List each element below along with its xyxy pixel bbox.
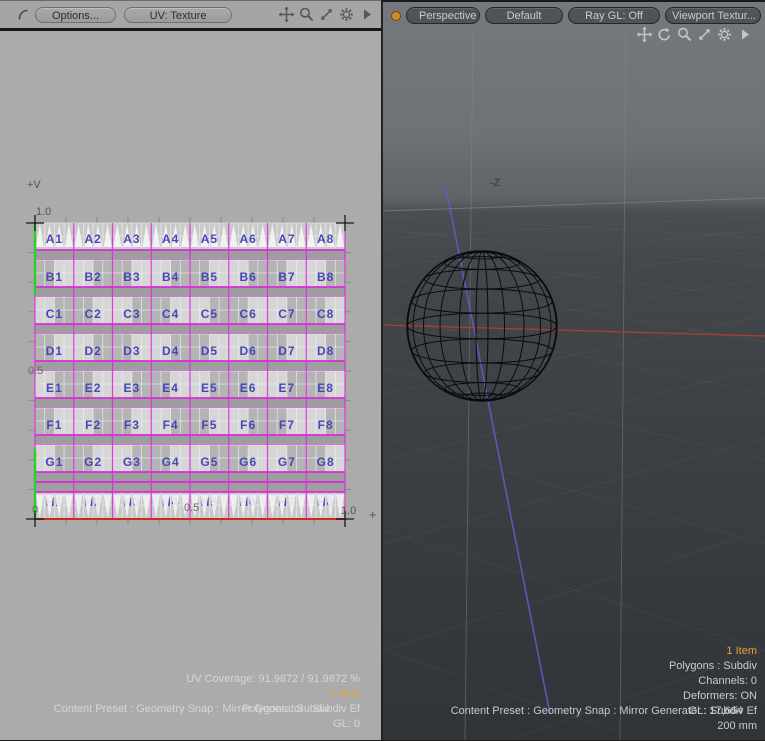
uv-cell-label: B2	[84, 270, 101, 284]
uv-cell-label: F4	[163, 418, 179, 432]
projection-button[interactable]: Perspective	[406, 7, 480, 24]
uv-cell-label: G5	[200, 455, 218, 469]
uv-cell-label: D6	[239, 344, 256, 358]
uv-toolbar: Options... UV: Texture	[0, 1, 381, 31]
uv-cell-label: F7	[279, 418, 295, 432]
uv-cell-label: B4	[162, 270, 179, 284]
uv-toolbar-icons	[278, 6, 375, 23]
uv-cell-label: D7	[278, 344, 295, 358]
uv-cell-label: G7	[278, 455, 296, 469]
uv-cell-label: A7	[278, 232, 295, 246]
viewport-toolbar: Perspective Default Ray GL: Off Viewport…	[383, 5, 765, 26]
uv-cell-label: A8	[317, 232, 334, 246]
uv-cell-label: D1	[46, 344, 63, 358]
settings-icon[interactable]	[338, 6, 355, 23]
uv-cell-label: G2	[84, 455, 102, 469]
uv-cell-label: A4	[162, 232, 179, 246]
uv-cell-label: C1	[46, 307, 63, 321]
settings-icon[interactable]	[716, 26, 733, 43]
uv-cell-label: E1	[46, 381, 63, 395]
uv-cell-label: F1	[46, 418, 62, 432]
uv-cell-label: B6	[239, 270, 256, 284]
zoom-icon[interactable]	[298, 6, 315, 23]
uv-cell-label: A5	[201, 232, 218, 246]
uv-cell-label: E7	[279, 381, 296, 395]
move-icon[interactable]	[636, 26, 653, 43]
uv-cell-label: D5	[201, 344, 218, 358]
uv-texture-button[interactable]: UV: Texture	[124, 7, 232, 23]
uv-cell-label: C8	[317, 307, 334, 321]
uv-editor-canvas[interactable]: A1 A2 A3 A4 A5 A6 A7 A8 B1 B2 B3 B4 B5 B6 B7 B8 C1 C2 C3 C4…	[0, 31, 381, 741]
uv-cell-label: F6	[240, 418, 256, 432]
uv-cell-label: A1	[46, 232, 63, 246]
uv-cell-label: G6	[239, 455, 257, 469]
uv-cell-label: B7	[278, 270, 295, 284]
rotate-icon[interactable]	[656, 26, 673, 43]
uv-cell-label: F5	[201, 418, 217, 432]
uv-cell-label: A2	[84, 232, 101, 246]
uv-cell-label: D3	[123, 344, 140, 358]
viewport-texture-button[interactable]: Viewport Textur...	[665, 7, 761, 24]
uv-cell-label: A3	[123, 232, 140, 246]
expand-icon[interactable]	[696, 26, 713, 43]
viewport-3d-canvas[interactable]	[383, 2, 765, 740]
uv-editor-panel: Options... UV: Texture A1 A2 A3 A4 A5 A6 A7 A8 B…	[0, 0, 381, 740]
ray-gl-button[interactable]: Ray GL: Off	[568, 7, 660, 24]
uv-cell-label: G4	[162, 455, 180, 469]
uv-cell-label: E4	[162, 381, 179, 395]
move-icon[interactable]	[278, 6, 295, 23]
viewport-corner-icon[interactable]	[16, 7, 31, 22]
uv-cell-label: F3	[124, 418, 140, 432]
uv-cell-label: E3	[124, 381, 141, 395]
uv-cell-label: B1	[46, 270, 63, 284]
uv-cell-label: D4	[162, 344, 179, 358]
uv-cell-label: E6	[240, 381, 257, 395]
viewport-active-indicator-icon[interactable]	[391, 11, 401, 21]
uv-cell-label: E8	[317, 381, 334, 395]
uv-cell-label: C4	[162, 307, 179, 321]
perspective-viewport-panel: Perspective Default Ray GL: Off Viewport…	[383, 0, 765, 740]
zoom-icon[interactable]	[676, 26, 693, 43]
uv-cell-label: F2	[85, 418, 101, 432]
uv-cell-label: G1	[45, 455, 63, 469]
uv-cell-label: B8	[317, 270, 334, 284]
shading-default-button[interactable]: Default	[485, 7, 563, 24]
uv-cell-label: G8	[317, 455, 335, 469]
options-button[interactable]: Options...	[35, 7, 116, 23]
uv-cell-label: C2	[84, 307, 101, 321]
uv-cell-label: C6	[239, 307, 256, 321]
viewport-toolbar-icons	[636, 26, 753, 43]
expand-icon[interactable]	[318, 6, 335, 23]
uv-cell-label: D8	[317, 344, 334, 358]
uv-cell-label: C5	[201, 307, 218, 321]
uv-cell-label: F8	[318, 418, 334, 432]
uv-cell-label: D2	[84, 344, 101, 358]
more-icon[interactable]	[358, 6, 375, 23]
uv-cell-label: B5	[201, 270, 218, 284]
uv-cell-label: B3	[123, 270, 140, 284]
uv-cell-label: C3	[123, 307, 140, 321]
uv-cell-label: C7	[278, 307, 295, 321]
modo-workspace: Options... UV: Texture A1 A2 A3 A4 A5 A6 A7 A8 B…	[0, 0, 765, 740]
more-icon[interactable]	[736, 26, 753, 43]
uv-cell-label: A6	[239, 232, 256, 246]
uv-cell-label: E5	[201, 381, 218, 395]
uv-cell-label: G3	[123, 455, 141, 469]
uv-cell-label: E2	[85, 381, 102, 395]
